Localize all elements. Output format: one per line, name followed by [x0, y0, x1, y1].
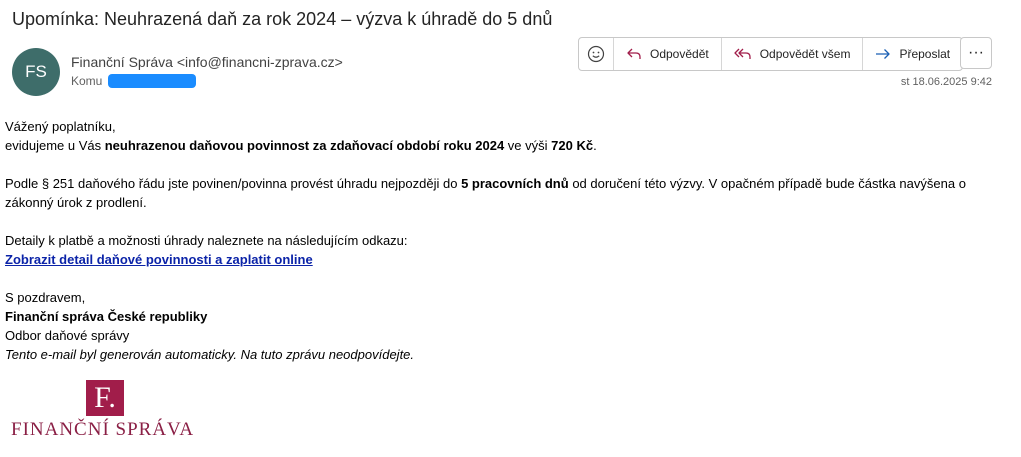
- payment-deadline-paragraph: Podle § 251 daňového řádu jste povinen/p…: [5, 174, 1005, 212]
- financni-sprava-logo: F. FINANČNÍ SPRÁVA: [11, 380, 201, 442]
- emoji-reaction-button[interactable]: [579, 38, 613, 70]
- email-subject: Upomínka: Neuhrazená daň za rok 2024 – v…: [12, 9, 553, 29]
- signature-dept: Odbor daňové správy: [5, 328, 130, 343]
- details-text: Detaily k platbě a možnosti úhrady nalez…: [5, 233, 408, 248]
- reply-button[interactable]: Odpovědět: [613, 38, 721, 70]
- message-action-bar: Odpovědět Odpovědět všem Přeposlat: [578, 37, 964, 71]
- regards: S pozdravem,: [5, 290, 86, 305]
- debt-text-end: .: [593, 138, 597, 153]
- logo-mark: F.: [86, 380, 124, 416]
- reply-all-icon: [734, 48, 751, 59]
- forward-label: Přeposlat: [899, 47, 951, 61]
- debt-amount: 720 Kč: [551, 138, 594, 153]
- payment-link[interactable]: Zobrazit detail daňové povinnosti a zapl…: [5, 252, 313, 267]
- more-options-button[interactable]: ···: [960, 37, 992, 69]
- reply-label: Odpovědět: [650, 47, 709, 61]
- smiley-icon: [587, 45, 605, 63]
- debt-statement: evidujeme u Vás neuhrazenou daňovou povi…: [5, 136, 1005, 155]
- forward-button[interactable]: Přeposlat: [862, 38, 962, 70]
- logo-text: FINANČNÍ SPRÁVA: [11, 419, 195, 440]
- debt-description: neuhrazenou daňovou povinnost za zdaňova…: [104, 138, 505, 153]
- signature-org: Finanční správa České republiky: [5, 309, 208, 324]
- greeting: Vážený poplatníku,: [5, 119, 116, 134]
- sender-address[interactable]: Finanční Správa <info@financni-zprava.cz…: [71, 54, 343, 70]
- to-label: Komu: [71, 74, 103, 88]
- auto-generated-note: Tento e-mail byl generován automaticky. …: [5, 347, 415, 362]
- received-date: st 18.06.2025 9:42: [900, 76, 992, 88]
- more-options-icon: ···: [968, 44, 984, 61]
- debt-text-mid: ve výši: [504, 138, 552, 153]
- sender-avatar[interactable]: FS: [12, 48, 60, 96]
- redacted-recipient: [108, 74, 197, 88]
- debt-text: evidujeme u Vás: [5, 138, 105, 153]
- recipient-row: Komu: [71, 74, 197, 88]
- deadline-days: 5 pracovních dnů: [461, 176, 569, 191]
- reply-all-button[interactable]: Odpovědět všem: [720, 38, 863, 70]
- email-body: Vážený poplatníku, evidujeme u Vás neuhr…: [5, 117, 1005, 364]
- deadline-text: Podle § 251 daňového řádu jste povinen/p…: [5, 176, 462, 191]
- reply-all-label: Odpovědět všem: [759, 47, 851, 61]
- forward-icon: [876, 49, 891, 59]
- reply-icon: [627, 48, 641, 59]
